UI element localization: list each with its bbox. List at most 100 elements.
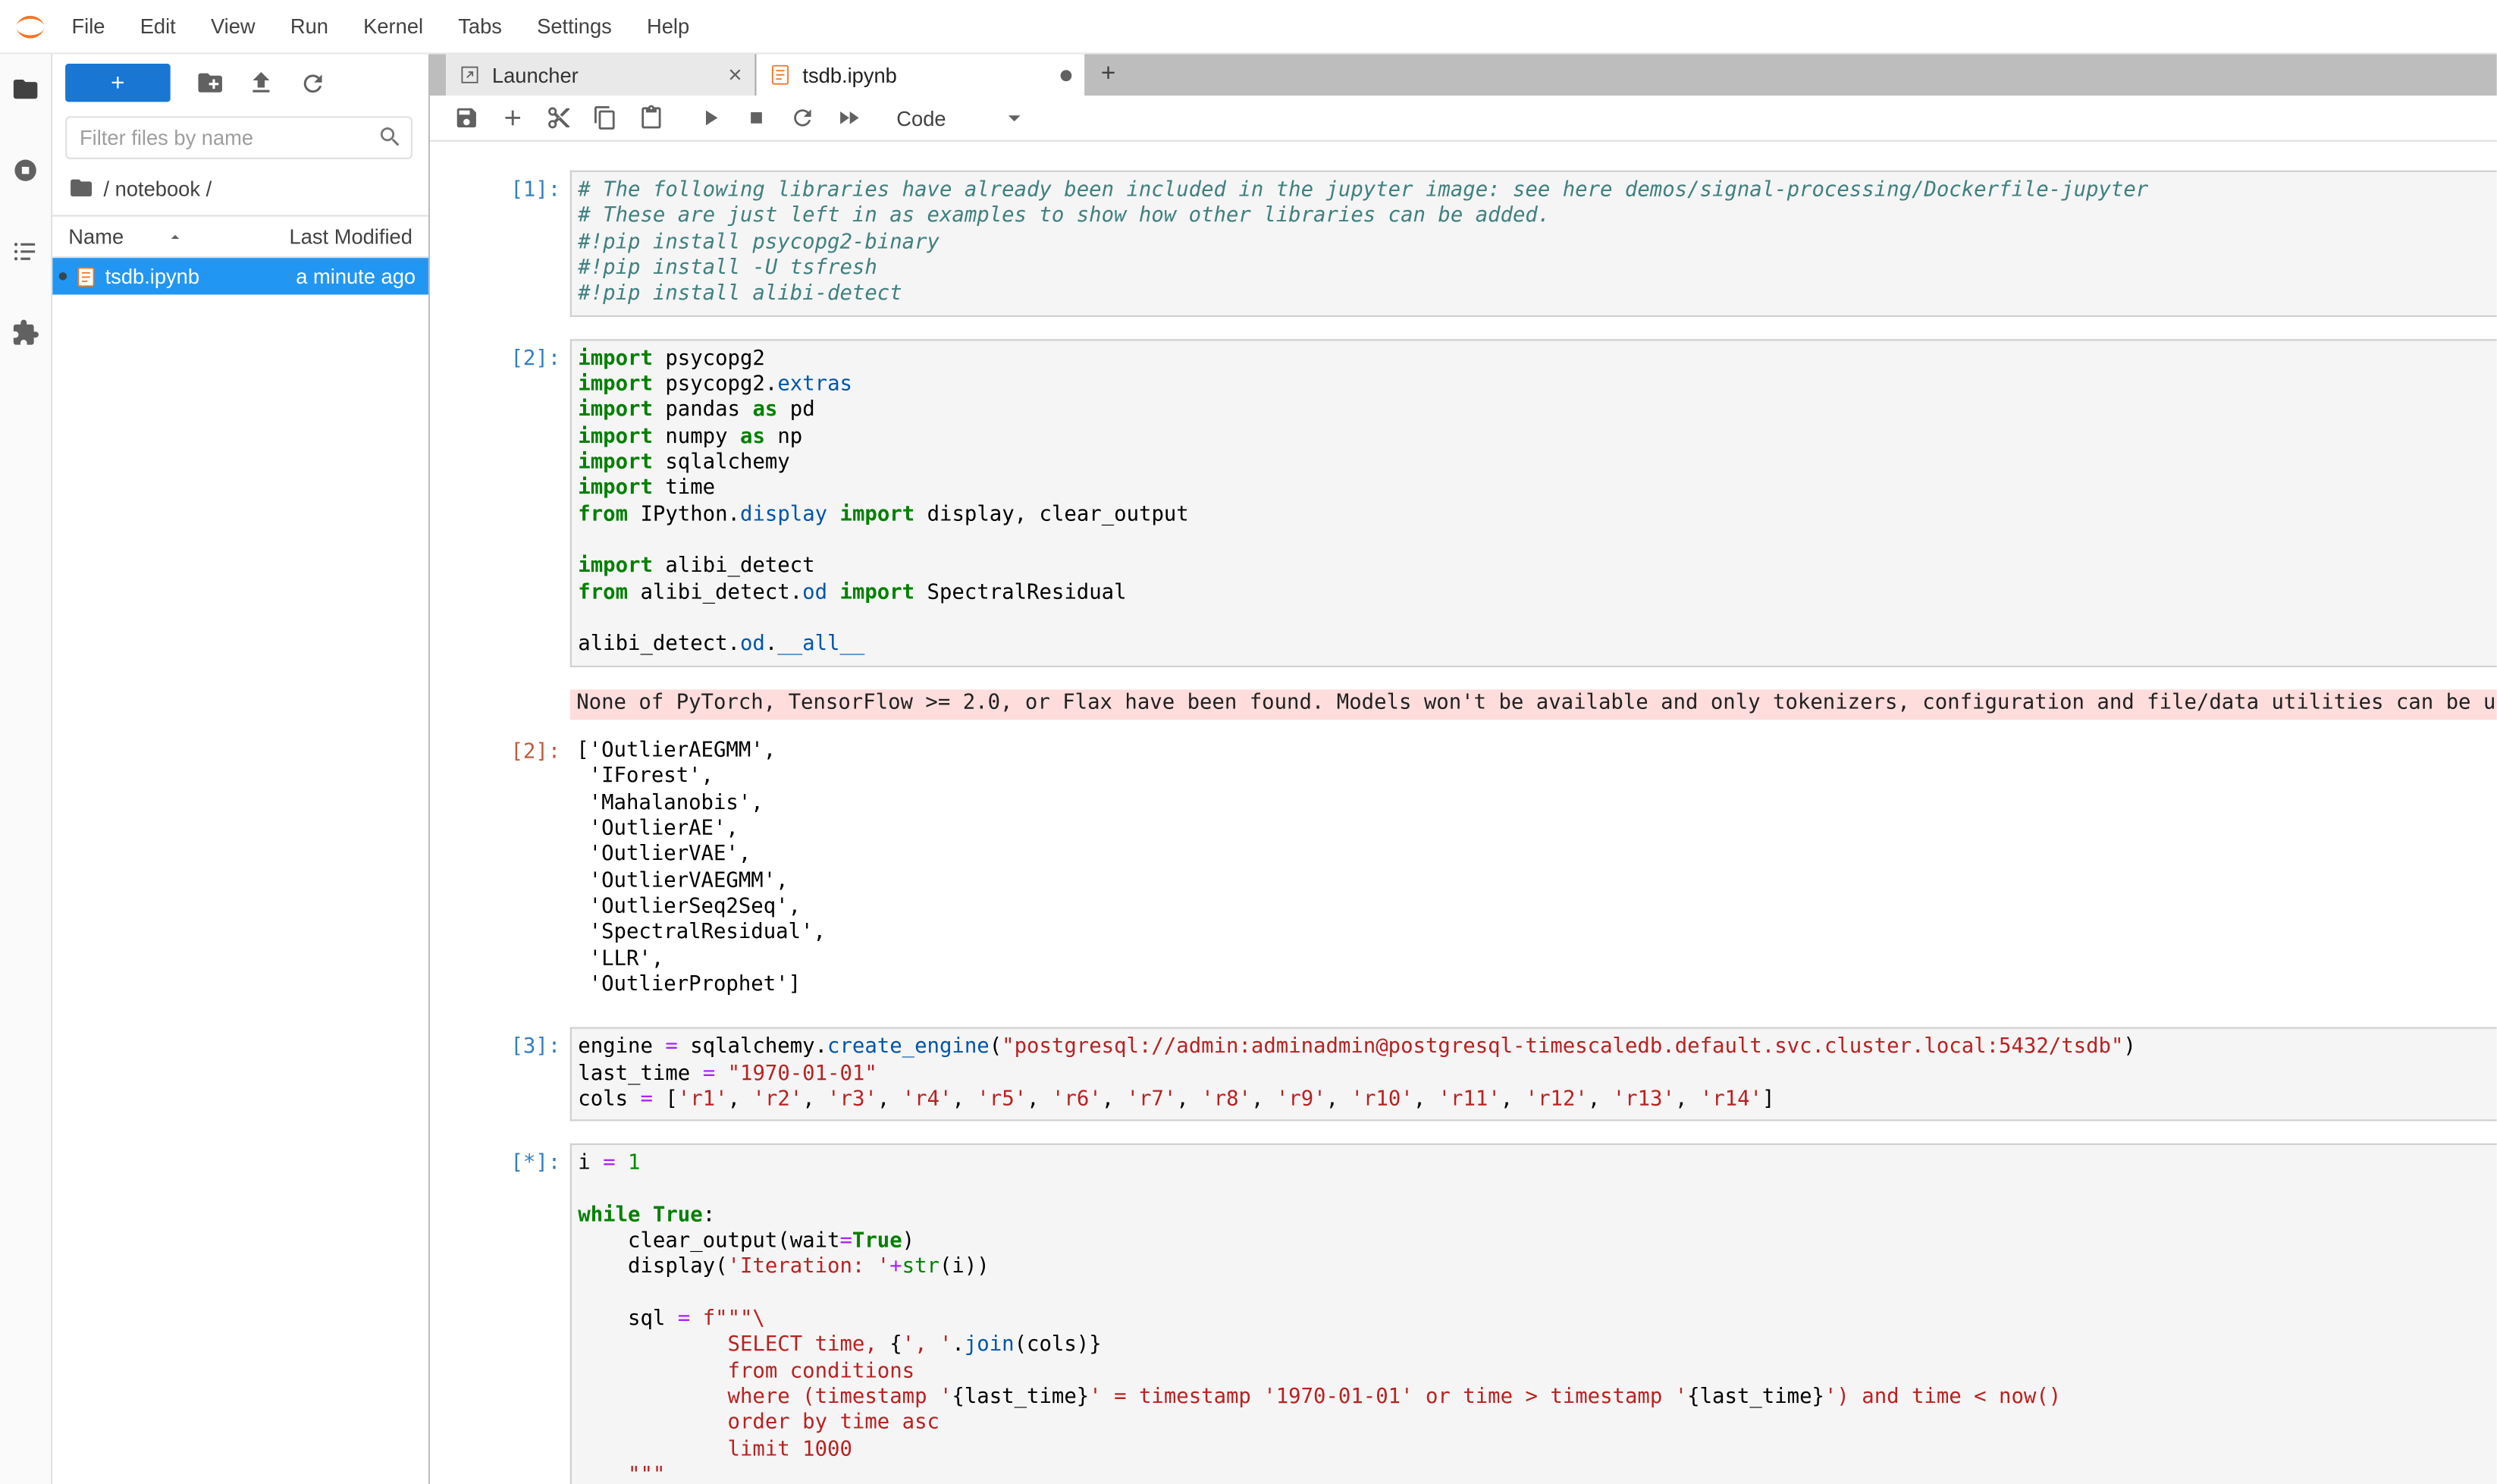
column-name[interactable]: Name [68,224,124,249]
code-line [578,529,2496,554]
tab-label: tsdb.ipynb [802,63,1049,87]
code-line: sql = f"""\ [578,1307,2496,1333]
activity-bar [0,54,52,1484]
code-line: display('Iteration: '+str(i)) [578,1256,2496,1282]
copy-cells-icon[interactable] [591,105,618,132]
notebook-toolbar: Code [430,96,2497,142]
code-cell: [2]:import psycopg2import psycopg2.extra… [430,339,2497,667]
code-cell: [*]:i = 1while True: clear_output(wait=T… [430,1144,2497,1484]
code-line: last_time = "1970-01-01" [578,1062,2496,1087]
code-line: from IPython.display import display, cle… [578,503,2496,529]
table-of-contents-icon[interactable] [10,236,42,268]
cell-editor[interactable]: engine = sqlalchemy.create_engine("postg… [570,1028,2497,1122]
output-cell: [2]:['OutlierAEGMM', 'IForest', 'Mahalan… [430,733,2497,1006]
folder-icon [68,175,94,201]
sort-ascending-icon[interactable] [165,227,184,246]
run-cell-icon[interactable] [696,105,723,132]
add-cell-icon[interactable] [498,105,525,132]
column-last-modified[interactable]: Last Modified [290,224,413,249]
file-row[interactable]: tsdb.ipynb a minute ago [52,258,428,294]
save-icon[interactable] [452,105,479,132]
code-line: import pandas as pd [578,399,2496,425]
cell-prompt: [2]: [430,733,570,1006]
code-line [578,607,2496,632]
cell-prompt: [1]: [430,171,570,316]
code-line: import alibi_detect [578,554,2496,580]
tab-launcher[interactable]: Launcher × [446,54,756,96]
launcher-icon [459,64,481,86]
code-line: import numpy as np [578,425,2496,450]
breadcrumb-path: / notebook / [104,176,212,200]
output-line: 'Mahalanobis', [576,791,2497,817]
code-line: cols = ['r1', 'r2', 'r3', 'r4', 'r5', 'r… [578,1087,2496,1113]
breadcrumb[interactable]: / notebook / [52,162,428,210]
tab-label: Launcher [492,63,717,87]
menu-item-edit[interactable]: Edit [123,14,193,38]
notebook-cells: [1]: # The following libraries have alrea… [430,171,2497,1484]
code-line: while True: [578,1203,2496,1229]
menu-item-settings[interactable]: Settings [519,14,629,38]
menu-item-help[interactable]: Help [629,14,707,38]
menu-item-tabs[interactable]: Tabs [441,14,519,38]
upload-icon[interactable] [243,65,278,100]
notebook-file-icon [75,265,97,287]
file-browser-icon[interactable] [10,74,42,105]
menu-item-view[interactable]: View [193,14,273,38]
tab-notebook[interactable]: tsdb.ipynb [756,54,1084,96]
file-name: tsdb.ipynb [105,265,199,289]
interrupt-kernel-icon[interactable] [742,105,770,132]
cell-output: ['OutlierAEGMM', 'IForest', 'Mahalanobis… [570,733,2497,1006]
code-line: #!pip install psycopg2-binary [578,231,2496,256]
output-line: ['OutlierAEGMM', [576,739,2497,764]
new-launcher-button[interactable]: + [65,64,171,102]
output-line: 'SpectralResidual', [576,921,2497,946]
file-browser-panel: + / notebo [52,54,430,1484]
output-line: 'OutlierProphet'] [576,973,2497,999]
code-line: from conditions [578,1360,2496,1385]
paste-cells-icon[interactable] [637,105,664,132]
notebook-icon [769,64,791,86]
code-line: """ [578,1464,2496,1484]
menu-item-kernel[interactable]: Kernel [346,14,441,38]
code-line: #!pip install -U tsfresh [578,256,2496,282]
restart-run-all-icon[interactable] [834,105,861,132]
chevron-down-icon[interactable] [1000,104,1029,133]
output-line: 'LLR', [576,947,2497,973]
output-line: 'OutlierSeq2Seq', [576,895,2497,921]
cell-type-select[interactable]: Code [896,106,946,130]
file-list-header: Name Last Modified [52,215,428,259]
code-line: i = 1 [578,1152,2496,1178]
close-icon[interactable]: × [728,63,742,87]
cut-cells-icon[interactable] [544,105,572,132]
output-line: 'OutlierAE', [576,817,2497,842]
menu-item-file[interactable]: File [54,14,122,38]
code-line: # These are just left in as examples to … [578,204,2496,230]
cell-editor[interactable]: import psycopg2import psycopg2.extrasimp… [570,339,2497,667]
code-line: limit 1000 [578,1438,2496,1464]
unsaved-changes-dot-icon[interactable] [1061,69,1072,80]
new-folder-icon[interactable] [193,65,227,100]
cell-editor[interactable]: # The following libraries have already b… [570,171,2497,316]
tab-bar: Launcher × tsdb.ipynb + [430,54,2497,96]
running-sessions-icon[interactable] [10,155,42,187]
output-line: 'OutlierVAE', [576,842,2497,868]
output-line: 'IForest', [576,764,2497,790]
refresh-icon[interactable] [294,65,329,100]
menu-item-run[interactable]: Run [273,14,346,38]
extensions-icon[interactable] [10,317,42,349]
notebook-scroll-area[interactable]: [1]: # The following libraries have alrea… [430,142,2497,1484]
restart-kernel-icon[interactable] [789,105,816,132]
running-kernel-dot-icon [59,272,67,281]
code-line: import time [578,476,2496,502]
code-line: import psycopg2 [578,347,2496,372]
file-browser-toolbar: + [52,62,428,104]
code-line: engine = sqlalchemy.create_engine("postg… [578,1035,2496,1061]
code-line: order by time asc [578,1412,2496,1438]
filter-files-input[interactable] [65,116,413,159]
new-tab-button[interactable]: + [1084,54,1132,96]
cell-editor[interactable]: i = 1while True: clear_output(wait=True)… [570,1144,2497,1484]
stderr-output: None of PyTorch, TensorFlow >= 2.0, or F… [570,689,2497,720]
main-dock-panel: Launcher × tsdb.ipynb + [430,54,2497,1484]
output-line: 'OutlierVAEGMM', [576,869,2497,895]
code-line: # The following libraries have already b… [578,178,2496,204]
